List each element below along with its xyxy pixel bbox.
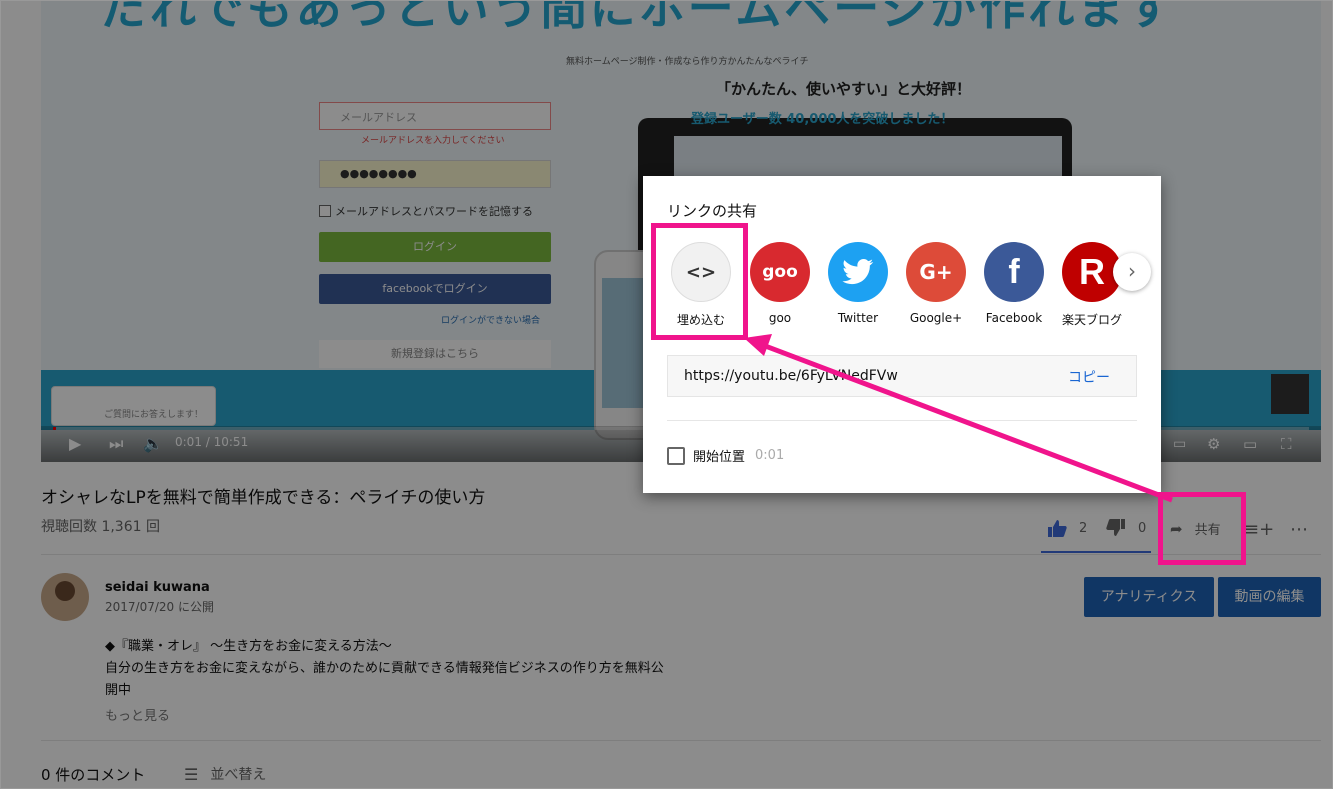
channel-avatar[interactable]	[41, 573, 89, 621]
description-line: 自分の生き方をお金に変えながら、誰かのために貢献できる情報発信ビジネスの作り方を…	[105, 661, 664, 676]
goo-icon: goo	[750, 242, 810, 302]
subtitles-icon[interactable]: ▭	[1173, 434, 1186, 454]
progress-fill	[53, 427, 56, 430]
lp-corner-widget	[1271, 374, 1309, 414]
lp-subtitle: 無料ホームページ制作・作成なら作り方かんたんなペライチ	[566, 57, 809, 67]
lp-login-button: ログイン	[319, 232, 551, 262]
lp-remember-checkbox	[319, 205, 331, 217]
like-ratio-bar	[1041, 551, 1151, 553]
start-at-row: 開始位置 0:01	[667, 446, 784, 465]
volume-icon[interactable]: 🔈	[143, 434, 163, 454]
dislike-count: 0	[1138, 520, 1147, 536]
share-rakuten-label: 楽天ブログ	[1061, 313, 1122, 327]
twitter-icon	[828, 242, 888, 302]
divider	[41, 554, 1321, 555]
more-icon[interactable]: ⋯	[1290, 519, 1308, 540]
share-facebook-label: Facebook	[985, 311, 1043, 325]
settings-icon[interactable]: ⚙	[1207, 434, 1220, 454]
lp-email-field: メールアドレス	[319, 102, 551, 130]
time-display: 0:01 / 10:51	[175, 435, 249, 449]
chevron-right-icon[interactable]: ›	[1113, 253, 1151, 291]
sort-label: 並べ替え	[210, 767, 267, 783]
like-count: 2	[1079, 520, 1088, 536]
share-google-plus-label: Google+	[909, 311, 963, 325]
lp-email-error: メールアドレスを入力してください	[361, 136, 505, 146]
next-icon[interactable]: ⏭	[109, 434, 123, 454]
sort-icon: ☰	[184, 764, 199, 784]
description-line: 開中	[105, 683, 132, 698]
highlight-embed-box	[651, 223, 748, 340]
share-facebook[interactable]: f Facebook	[982, 242, 1046, 325]
start-at-label: 開始位置	[693, 450, 746, 465]
facebook-icon: f	[984, 242, 1044, 302]
share-url[interactable]: https://youtu.be/6FyLVNedFVw	[684, 368, 898, 384]
publish-date: 2017/07/20 に公開	[105, 600, 214, 614]
lp-promo-text: 「かんたん、使いやすい」と大好評！	[716, 80, 972, 98]
copy-button[interactable]: コピー	[1068, 367, 1110, 387]
lp-remember: メールアドレスとパスワードを記憶する	[319, 203, 533, 219]
dislike-button[interactable]: 0	[1106, 519, 1146, 537]
start-at-time: 0:01	[755, 448, 785, 463]
channel-name[interactable]: seidai kuwana	[105, 580, 210, 595]
share-dialog-title: リンクの共有	[667, 202, 758, 220]
thumbs-down-icon	[1106, 519, 1125, 536]
divider	[667, 420, 1137, 421]
edit-video-button[interactable]: 動画の編集	[1218, 577, 1321, 617]
lp-password-field: ●●●●●●●●	[319, 160, 551, 188]
lp-users-text: 登録ユーザー数 40,000人を突破しました！	[691, 112, 954, 127]
share-url-box[interactable]: https://youtu.be/6FyLVNedFVw コピー	[667, 355, 1137, 397]
description-line: ◆『職業・オレ』 〜生き方をお金に変える方法〜	[105, 639, 392, 654]
view-count: 視聴回数 1,361 回	[41, 519, 160, 535]
lp-chat-text: ご質問にお答えします！	[104, 410, 204, 420]
theater-icon[interactable]: ▭	[1243, 434, 1257, 454]
share-rakuten[interactable]: R 楽天ブログ	[1060, 242, 1124, 328]
video-title: オシャレなLPを無料で簡単作成できる：ペライチの使い方	[41, 488, 486, 508]
fullscreen-icon[interactable]: ⛶	[1281, 434, 1292, 454]
lp-register-link: 新規登録はこちら	[319, 340, 551, 368]
share-goo-label: goo	[768, 311, 792, 325]
divider	[41, 740, 1321, 741]
like-button[interactable]: 2	[1047, 519, 1087, 537]
lp-facebook-login-button: facebookでログイン	[319, 274, 551, 304]
thumbs-up-icon	[1048, 520, 1067, 537]
start-at-checkbox[interactable]	[667, 446, 685, 465]
share-twitter-label: Twitter	[837, 311, 879, 325]
play-icon[interactable]: ▶	[69, 434, 81, 454]
google-plus-icon: G+	[906, 242, 966, 302]
lp-remember-label: メールアドレスとパスワードを記憶する	[335, 205, 533, 218]
show-more-link[interactable]: もっと見る	[105, 705, 170, 724]
lp-chat-bubble: ご質問にお答えします！	[51, 386, 216, 426]
share-google-plus[interactable]: G+ Google+	[904, 242, 968, 325]
lp-headline: だれでもあっという間にホームページが作れます	[101, 0, 1176, 35]
share-goo[interactable]: goo goo	[748, 242, 812, 325]
analytics-button[interactable]: アナリティクス	[1084, 577, 1214, 617]
sort-button[interactable]: ☰ 並べ替え	[184, 764, 266, 784]
lp-forgot-link: ログインができない場合	[441, 316, 541, 326]
comment-count: 0 件のコメント	[41, 766, 146, 784]
share-twitter[interactable]: Twitter	[826, 242, 890, 325]
playlist-add-icon[interactable]: ≡+	[1244, 519, 1274, 540]
highlight-share-box	[1158, 492, 1246, 565]
